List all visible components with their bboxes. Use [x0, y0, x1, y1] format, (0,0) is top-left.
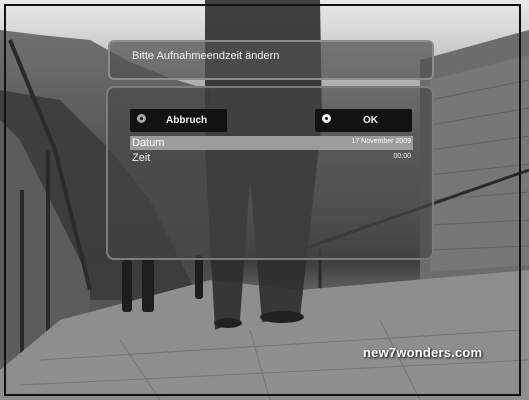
ok-button[interactable]: OK	[315, 109, 412, 132]
end-time-dialog: Abbruch OK Datum 17 November 2009 Zeit 0…	[106, 86, 434, 260]
radio-circle-icon	[322, 114, 331, 123]
dialog-title-bar: Bitte Aufnahmeendzeit ändern	[108, 40, 434, 80]
time-field-row[interactable]: Zeit 00:00	[130, 151, 413, 165]
dialog-title: Bitte Aufnahmeendzeit ändern	[132, 50, 280, 62]
cancel-button[interactable]: Abbruch	[130, 109, 227, 132]
time-value: 00:00	[393, 153, 411, 160]
date-field-row[interactable]: Datum 17 November 2009	[130, 136, 413, 150]
watermark-text: new7wonders.com	[363, 345, 483, 360]
time-label: Zeit	[132, 152, 151, 164]
date-label: Datum	[132, 137, 165, 149]
date-value: 17 November 2009	[351, 138, 411, 145]
radio-circle-icon	[137, 114, 146, 123]
cancel-button-label: Abbruch	[166, 115, 208, 126]
ok-button-label: OK	[363, 115, 378, 126]
